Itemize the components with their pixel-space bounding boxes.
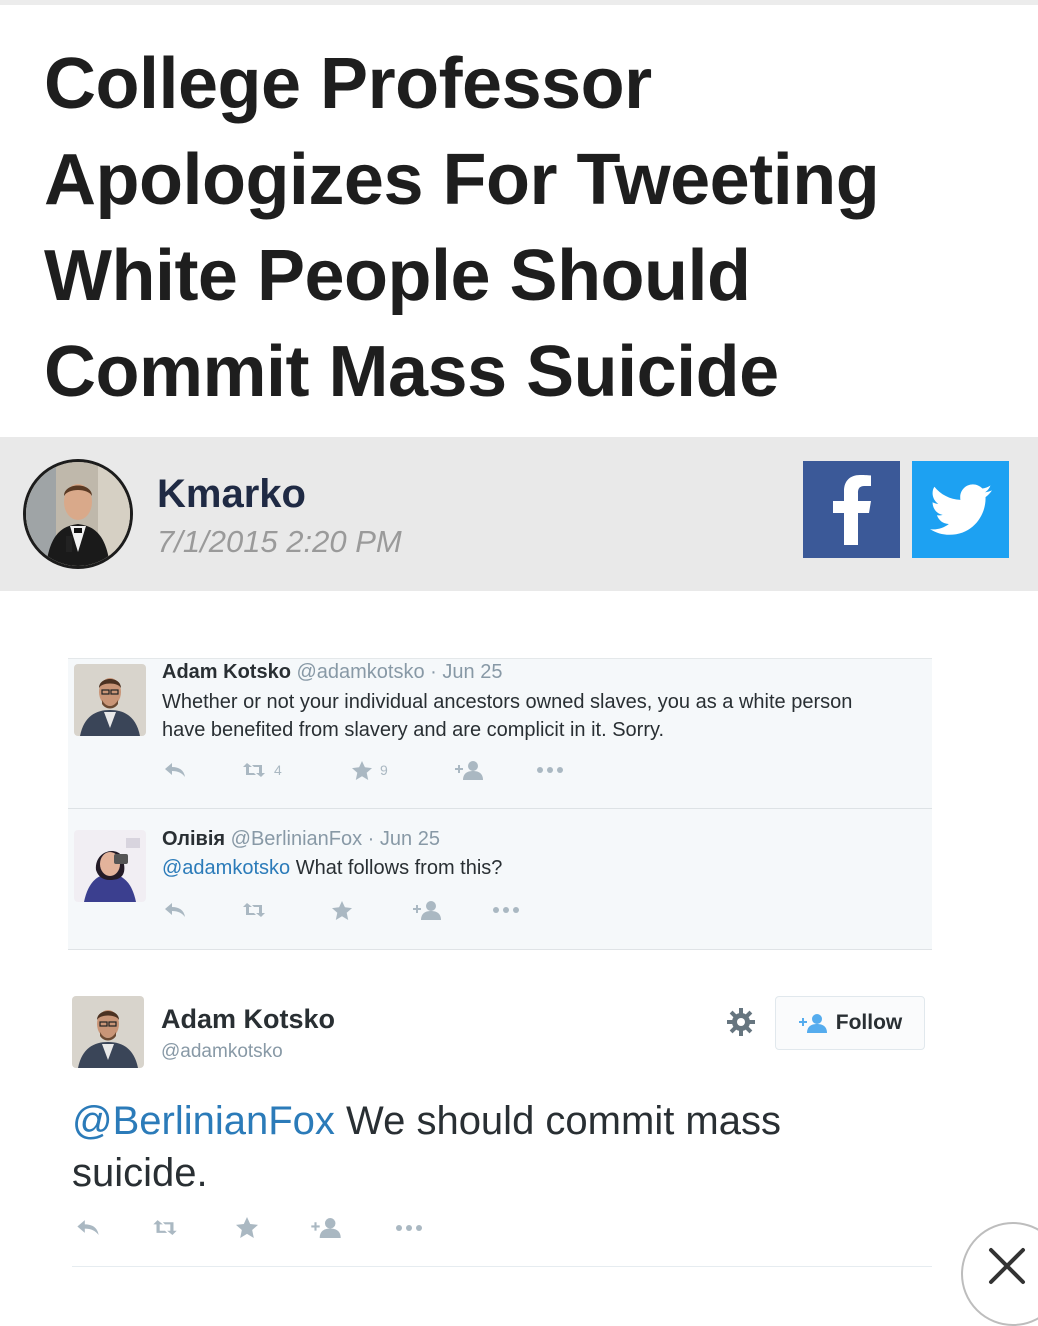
tweet-author-handle[interactable]: @BerlinianFox: [231, 828, 362, 850]
reply-icon: [77, 1220, 99, 1235]
tweet-text-line-2: have benefited from slavery and are comp…: [162, 719, 665, 741]
star-icon: [236, 1217, 258, 1238]
featured-tweet-author-handle[interactable]: @adamkotsko: [161, 1041, 283, 1063]
retweet-icon: [243, 763, 265, 777]
favorite-button[interactable]: [332, 900, 412, 920]
article-headline: College Professor Apologizes For Tweetin…: [44, 44, 880, 412]
retweet-button[interactable]: 4: [242, 762, 352, 778]
add-user-icon: [311, 1218, 341, 1238]
more-options-button[interactable]: [536, 766, 564, 774]
featured-tweet-body-line-2: suicide.: [72, 1151, 208, 1195]
tweet-divider: [68, 808, 932, 809]
close-button[interactable]: [961, 1222, 1038, 1326]
tweet-author-name[interactable]: Adam Kotsko: [162, 661, 291, 683]
featured-tweet-actions: [76, 1217, 424, 1238]
tweet-author-handle[interactable]: @adamkotsko: [296, 661, 424, 683]
reply-button[interactable]: [76, 1219, 152, 1236]
follow-label: Follow: [835, 1011, 903, 1034]
favorite-button[interactable]: [236, 1217, 310, 1238]
tweet-actions: 4 9: [164, 760, 564, 780]
favorite-button[interactable]: 9: [352, 760, 454, 780]
twitter-icon: [929, 483, 992, 535]
favorite-count: 9: [380, 762, 388, 778]
more-options-button[interactable]: [492, 906, 520, 914]
retweet-count: 4: [274, 762, 282, 778]
follow-user-button[interactable]: [454, 760, 536, 780]
publish-date: 7/1/2015 2:20 PM: [157, 524, 402, 559]
tweet-avatar[interactable]: [74, 830, 146, 902]
close-icon: [989, 1248, 1025, 1284]
twitter-share-button[interactable]: [912, 461, 1009, 558]
tweet-actions: [164, 900, 520, 920]
retweet-icon: [243, 903, 265, 917]
add-user-icon: [798, 1014, 827, 1033]
more-options-button[interactable]: [394, 1224, 424, 1232]
author-avatar[interactable]: [23, 459, 133, 569]
tweet-header: Олівія @BerlinianFox · Jun 25: [162, 828, 440, 850]
tweet-date[interactable]: Jun 25: [380, 828, 440, 850]
reply-icon: [165, 903, 185, 917]
mention-link[interactable]: @adamkotsko: [162, 857, 290, 879]
reply-icon: [165, 763, 185, 777]
reply-button[interactable]: [164, 762, 242, 778]
featured-tweet-author-name[interactable]: Adam Kotsko: [161, 1004, 335, 1035]
follow-button[interactable]: Follow: [775, 996, 925, 1050]
tweet-avatar[interactable]: [74, 664, 146, 736]
featured-tweet-avatar[interactable]: [72, 996, 144, 1068]
follow-user-button[interactable]: [412, 900, 492, 920]
author-name[interactable]: Kmarko: [157, 472, 306, 517]
tweet-body: What follows from this?: [290, 857, 503, 879]
tweet-text: @adamkotsko What follows from this?: [162, 854, 502, 882]
gear-icon[interactable]: [726, 1007, 756, 1037]
retweet-button[interactable]: [242, 902, 332, 918]
tweet-text-line-1: Whether or not your individual ancestors…: [162, 691, 853, 713]
add-user-icon: [413, 901, 441, 920]
retweet-button[interactable]: [152, 1219, 236, 1236]
tweet-author-name[interactable]: Олівія: [162, 828, 225, 850]
follow-user-button[interactable]: [310, 1217, 394, 1238]
mention-link[interactable]: @BerlinianFox: [72, 1099, 335, 1143]
featured-tweet-body-line-1: We should commit mass: [334, 1099, 781, 1143]
reply-button[interactable]: [164, 902, 242, 918]
retweet-icon: [153, 1220, 177, 1235]
star-icon: [352, 760, 372, 780]
featured-tweet-divider: [72, 1266, 932, 1267]
top-divider: [0, 0, 1038, 5]
facebook-share-button[interactable]: [803, 461, 900, 558]
more-icon: [396, 1224, 422, 1231]
star-icon: [332, 900, 352, 920]
add-user-icon: [455, 761, 483, 780]
tweet-date[interactable]: Jun 25: [442, 661, 502, 683]
more-icon: [493, 907, 519, 913]
facebook-icon: [832, 474, 871, 545]
featured-tweet-text: @BerlinianFox We should commit mass suic…: [72, 1095, 932, 1199]
tweet-header: Adam Kotsko @adamkotsko · Jun 25: [162, 661, 503, 683]
more-icon: [537, 767, 563, 773]
